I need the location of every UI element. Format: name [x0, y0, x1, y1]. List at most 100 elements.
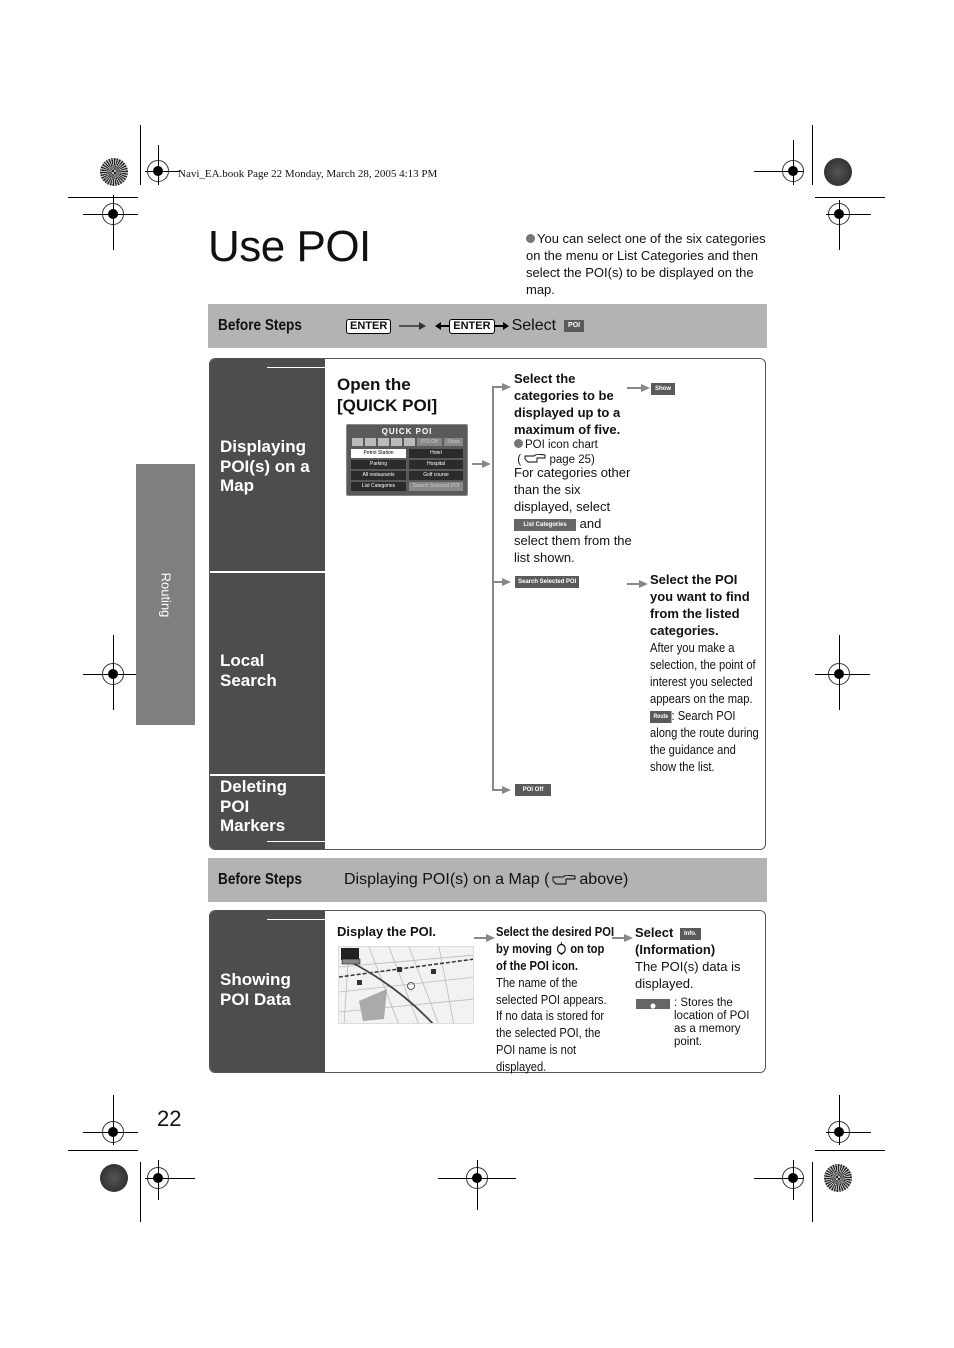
pointing-hand-icon	[524, 453, 546, 463]
cursor-icon	[556, 942, 566, 955]
arrow-left-icon	[435, 322, 450, 330]
registration-sunburst-icon	[100, 1164, 128, 1192]
information-label: (Information)	[635, 942, 716, 957]
page-title: Use POI	[208, 222, 371, 271]
arrow-right-icon	[399, 322, 427, 330]
step-select-info-text: Select	[635, 925, 674, 940]
before-steps-label: Before Steps	[218, 317, 302, 334]
flow-arrow-icon	[502, 786, 511, 794]
bullet-icon	[526, 234, 535, 243]
crop-line	[158, 145, 159, 185]
category-slot	[378, 438, 389, 446]
flow-arrow-icon	[624, 934, 633, 942]
crop-line	[815, 1150, 885, 1151]
crop-line	[145, 171, 180, 172]
petrol-station-button[interactable]: Petrol Station	[351, 449, 406, 458]
list-categories-button[interactable]: List Categories	[351, 482, 406, 491]
step-select-poi: Select the POI you want to find from the…	[650, 572, 750, 638]
before-steps-text: Displaying POI(s) on a Map (	[344, 871, 550, 888]
search-selected-poi-chip: Search Selected POI	[515, 576, 580, 588]
flow-line	[492, 386, 494, 791]
crop-line	[839, 1095, 840, 1145]
enter-key-icon: ENTER	[449, 318, 495, 334]
crop-line	[812, 1162, 813, 1222]
map-drawing	[339, 947, 473, 1023]
crop-line	[140, 1162, 141, 1222]
other-categories-text: For categories other than the six displa…	[514, 464, 632, 566]
crop-line	[113, 635, 114, 710]
show-button[interactable]: Show	[444, 438, 463, 446]
crop-line	[158, 1160, 159, 1200]
crop-line	[83, 1132, 138, 1133]
flow-arrow-icon	[641, 384, 650, 392]
search-selected-poi-button[interactable]: Search Selected POI	[409, 482, 463, 491]
golf-course-button[interactable]: Golf course	[409, 471, 463, 480]
step-select-desired-poi: Select the desired POI by moving on top …	[496, 923, 616, 974]
select-text: Select	[511, 317, 557, 334]
map-screenshot	[338, 946, 474, 1024]
crop-line	[140, 125, 141, 185]
list-categories-chip: List Categories	[514, 518, 576, 531]
step-open-quick-poi: Open the [QUICK POI]	[337, 375, 438, 415]
before-steps-bar: Before Steps ENTER ENTER Select POI	[208, 304, 767, 348]
side-tab-routing: Routing	[136, 464, 195, 725]
divider	[210, 774, 325, 776]
show-chip: Show	[651, 383, 675, 395]
category-slot	[404, 438, 415, 446]
registration-sunburst-icon	[824, 1164, 852, 1192]
route-chip: Route	[650, 710, 672, 723]
section-showing-poi-data: Showing POI Data	[220, 970, 291, 1009]
other-categories-text-1: For categories other than the six displa…	[514, 465, 631, 514]
section-deleting-poi-markers: Deleting POI Markers	[220, 777, 288, 835]
crop-line	[477, 1160, 478, 1210]
category-slot	[365, 438, 376, 446]
crop-line	[83, 674, 138, 675]
step-select-info: Select Info.	[635, 924, 760, 941]
crop-line	[754, 171, 804, 172]
divider	[267, 367, 325, 368]
poi-off-chip: POI Off	[515, 784, 551, 796]
section-column: Displaying POI(s) on a Map Local Search …	[210, 359, 325, 849]
parking-button[interactable]: Parking	[351, 460, 406, 469]
flow-arrow-icon	[639, 580, 648, 588]
divider	[267, 841, 325, 842]
flow-arrow-icon	[482, 460, 491, 468]
above-link[interactable]: above)	[579, 871, 628, 889]
memory-point-detail: : Stores the location of POI as a memory…	[674, 997, 750, 1048]
poi-off-button[interactable]: POI Off	[417, 438, 442, 446]
select-desired-detail: The name of the selected POI appears.	[496, 975, 607, 1007]
crop-line	[145, 1178, 195, 1179]
side-tab-label: Routing	[158, 572, 173, 617]
bullet-icon	[514, 439, 523, 448]
registration-sunburst-icon	[100, 158, 128, 186]
section-displaying-poi: Displaying POI(s) on a Map	[220, 437, 310, 495]
crop-line	[68, 1150, 138, 1151]
flow-arrow-icon	[486, 934, 495, 942]
hospital-button[interactable]: Hospital	[409, 460, 463, 469]
registration-sunburst-icon	[824, 158, 852, 186]
quick-poi-screen: QUICK POI POI Off Show Petrol Station Ho…	[346, 424, 468, 496]
enter-key-icon: ENTER	[346, 318, 392, 334]
info-chip: Info.	[679, 927, 701, 940]
crop-line	[839, 200, 840, 250]
intro-note-text: You can select one of the six categories…	[526, 231, 766, 297]
crop-line	[83, 214, 138, 215]
section-column: Showing POI Data	[210, 911, 325, 1072]
before-steps-label: Before Steps	[218, 871, 302, 888]
all-restaurants-button[interactable]: All restaurants	[351, 471, 406, 480]
quick-poi-title: QUICK POI	[381, 427, 433, 436]
category-slot	[391, 438, 402, 446]
category-slot	[352, 438, 363, 446]
before-steps-bar-2: Before Steps Displaying POI(s) on a Map …	[208, 858, 767, 902]
page-number: 22	[157, 1106, 182, 1131]
poi-chip: POI	[564, 320, 585, 332]
hotel-button[interactable]: Hotel	[409, 449, 463, 458]
crop-line	[839, 635, 840, 710]
intro-note: You can select one of the six categories…	[526, 230, 771, 298]
pin-icon	[650, 1003, 656, 1012]
pointing-hand-icon	[552, 875, 576, 885]
print-header-meta: Navi_EA.book Page 22 Monday, March 28, 2…	[178, 168, 438, 180]
crop-line	[113, 195, 114, 250]
crop-line	[815, 674, 870, 675]
crop-line	[826, 214, 871, 215]
